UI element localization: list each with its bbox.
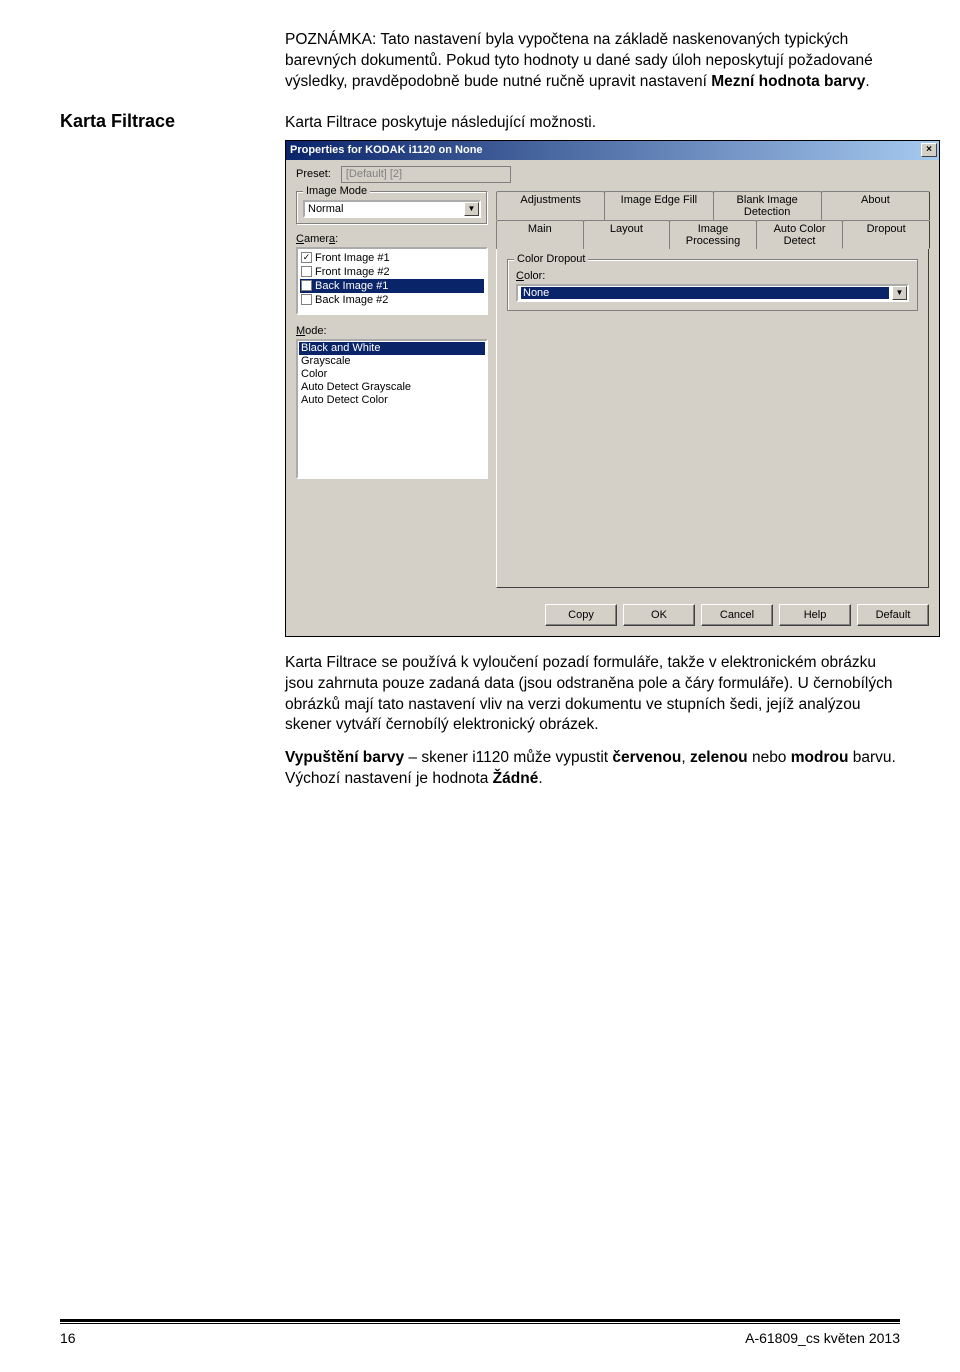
mode-label: Mode: — [296, 325, 488, 337]
mode-item[interactable]: Color — [299, 368, 485, 381]
camera-item[interactable]: Back Image #1 — [300, 279, 484, 293]
checkbox-icon[interactable]: ✓ — [301, 252, 312, 263]
tab-about[interactable]: About — [821, 191, 930, 220]
camera-item[interactable]: Back Image #2 — [300, 293, 484, 307]
camera-item-label: Back Image #2 — [315, 294, 388, 306]
note-bold-tail: Mezní hodnota barvy — [711, 73, 865, 90]
image-mode-value: Normal — [308, 203, 343, 215]
checkbox-icon[interactable] — [301, 294, 312, 305]
note-block: POZNÁMKA: Tato nastavení byla vypočtena … — [285, 30, 900, 93]
doc-id: A-61809_cs květen 2013 — [745, 1330, 900, 1346]
section-row: Karta Filtrace Karta Filtrace poskytuje … — [60, 111, 900, 134]
camera-item-label: Back Image #1 — [315, 280, 388, 292]
preset-input: [Default] [2] — [341, 166, 511, 183]
section-intro: Karta Filtrace poskytuje následující mož… — [285, 111, 596, 134]
mode-listbox[interactable]: Black and White Grayscale Color Auto Det… — [296, 339, 488, 479]
paragraph-2: Vypuštění barvy – skener i1120 může vypu… — [285, 748, 900, 790]
dropout-color-combo[interactable]: None ▼ — [516, 284, 909, 302]
tab-image-edge-fill[interactable]: Image Edge Fill — [604, 191, 713, 220]
page-footer: 16 A-61809_cs květen 2013 — [60, 1319, 900, 1346]
button-row: Copy OK Cancel Help Default — [286, 598, 939, 636]
mode-item[interactable]: Grayscale — [299, 355, 485, 368]
dialog-title: Properties for KODAK i1120 on None — [290, 144, 483, 156]
camera-item-label: Front Image #1 — [315, 252, 390, 264]
close-icon[interactable]: × — [921, 143, 937, 157]
tab-blank-image-detection[interactable]: Blank Image Detection — [713, 191, 822, 220]
tab-main[interactable]: Main — [496, 220, 584, 249]
chevron-down-icon[interactable]: ▼ — [464, 202, 479, 216]
preset-label: Preset: — [296, 168, 331, 180]
tab-image-processing[interactable]: Image Processing — [669, 220, 757, 249]
properties-dialog: Properties for KODAK i1120 on None × Pre… — [285, 140, 940, 637]
note-period: . — [865, 73, 869, 90]
ok-button[interactable]: OK — [623, 604, 695, 626]
mode-item[interactable]: Auto Detect Grayscale — [299, 381, 485, 394]
color-dropout-group: Color Dropout Color: None ▼ — [507, 259, 918, 311]
page-number: 16 — [60, 1330, 76, 1346]
image-mode-label: Image Mode — [303, 185, 370, 197]
mode-item[interactable]: Auto Detect Color — [299, 394, 485, 407]
tab-layout[interactable]: Layout — [583, 220, 671, 249]
image-mode-group: Image Mode Normal ▼ — [296, 191, 488, 225]
section-heading: Karta Filtrace — [60, 111, 285, 132]
camera-item[interactable]: Front Image #2 — [300, 265, 484, 279]
checkbox-icon[interactable] — [301, 280, 312, 291]
tab-auto-color-detect[interactable]: Auto Color Detect — [756, 220, 844, 249]
note-label: POZNÁMKA: — [285, 31, 376, 48]
camera-listbox[interactable]: ✓ Front Image #1 Front Image #2 Back Ima… — [296, 247, 488, 315]
tabs-front-row: Main Layout Image Processing Auto Color … — [496, 220, 929, 249]
camera-label: Camera: — [296, 233, 488, 245]
color-dropout-title: Color Dropout — [514, 253, 588, 265]
camera-item-label: Front Image #2 — [315, 266, 390, 278]
preset-row: Preset: [Default] [2] — [286, 160, 939, 185]
dialog-screenshot: Properties for KODAK i1120 on None × Pre… — [285, 140, 900, 637]
paragraph-1: Karta Filtrace se používá k vyloučení po… — [285, 653, 900, 737]
dropout-color-label: Color: — [516, 270, 909, 282]
mode-item[interactable]: Black and White — [299, 342, 485, 355]
tab-adjustments[interactable]: Adjustments — [496, 191, 605, 220]
help-button[interactable]: Help — [779, 604, 851, 626]
copy-button[interactable]: Copy — [545, 604, 617, 626]
tab-panel-dropout: Color Dropout Color: None ▼ — [496, 248, 929, 588]
tabs-back-row: Adjustments Image Edge Fill Blank Image … — [496, 191, 929, 220]
chevron-down-icon[interactable]: ▼ — [892, 286, 907, 300]
dropout-color-value: None — [521, 287, 889, 299]
tab-dropout[interactable]: Dropout — [842, 220, 930, 249]
default-button[interactable]: Default — [857, 604, 929, 626]
camera-item[interactable]: ✓ Front Image #1 — [300, 251, 484, 265]
titlebar: Properties for KODAK i1120 on None × — [286, 141, 939, 160]
cancel-button[interactable]: Cancel — [701, 604, 773, 626]
checkbox-icon[interactable] — [301, 266, 312, 277]
para2-lead: Vypuštění barvy — [285, 749, 404, 766]
image-mode-combo[interactable]: Normal ▼ — [303, 200, 481, 218]
